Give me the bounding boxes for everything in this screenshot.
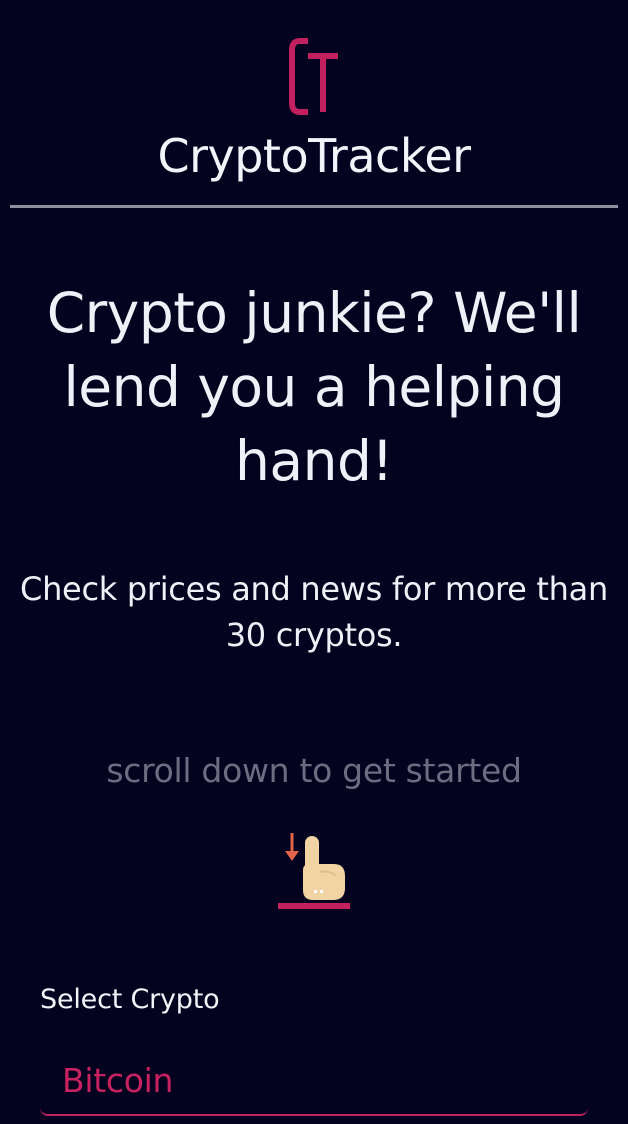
- hero-title: Crypto junkie? We'll lend you a helping …: [46, 281, 582, 493]
- app-title: CryptoTracker: [157, 129, 471, 183]
- crypto-select-value[interactable]: Bitcoin: [62, 1058, 173, 1104]
- hand-pointing-down-icon: [278, 833, 350, 909]
- ct-logo-icon[interactable]: [284, 36, 344, 116]
- scroll-hint: scroll down to get started: [106, 751, 522, 790]
- hero-subtitle: Check prices and news for more than 30 c…: [20, 570, 608, 654]
- select-crypto-label: Select Crypto: [40, 984, 220, 1015]
- header-divider: [10, 205, 618, 208]
- app-header: CryptoTracker: [0, 0, 628, 212]
- crypto-select[interactable]: Bitcoin: [40, 1050, 588, 1116]
